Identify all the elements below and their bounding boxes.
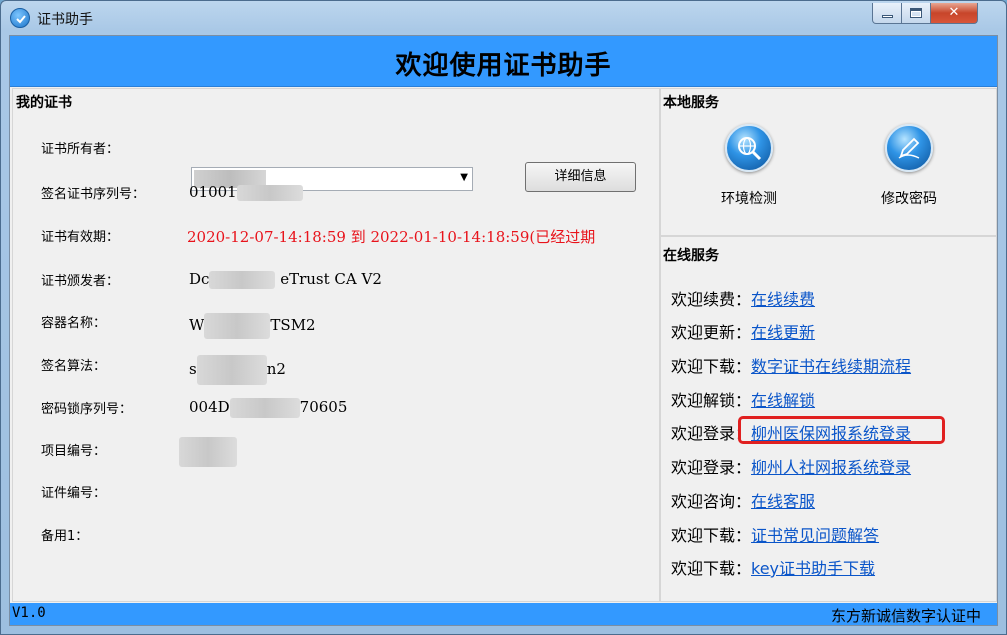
project-no-label: 项目编号： (41, 444, 107, 459)
link-renew-process[interactable]: 数字证书在线续期流程 (751, 357, 911, 376)
link-online-update[interactable]: 在线更新 (751, 323, 815, 342)
validity-label: 证书有效期： (41, 230, 120, 245)
client-area: 欢迎使用证书助手 我的证书 证书所有者： ▼ 详细信息 签名证书序列号： 010… (9, 35, 998, 626)
close-button[interactable]: ✕ (931, 3, 978, 24)
issuer-value: Dc eTrust CA V2 (189, 270, 382, 289)
minimize-button[interactable] (872, 3, 902, 24)
window-title: 证书助手 (37, 12, 93, 28)
company-text: 东方新诚信数字认证中 (830, 607, 981, 625)
list-item: 欢迎解锁：在线解锁 (671, 387, 815, 411)
link-faq[interactable]: 证书常见问题解答 (751, 526, 879, 545)
container-text-a: W (189, 316, 205, 334)
row-prefix: 欢迎咨询： (671, 492, 752, 511)
lock-serial-label: 密码锁序列号： (41, 402, 133, 417)
reserve1-label: 备用1： (41, 529, 89, 544)
lock-serial-text-b: 70605 (299, 398, 348, 416)
online-service-title: 在线服务 (663, 248, 719, 264)
env-check-label: 环境检测 (721, 191, 777, 207)
change-password-button[interactable]: 修改密码 (849, 124, 969, 208)
list-item: 欢迎咨询：在线客服 (671, 488, 815, 512)
row-prefix: 欢迎续费： (671, 290, 752, 309)
close-icon: ✕ (948, 5, 960, 20)
validity-value: 2020-12-07-14:18:59 到 2022-01-10-14:18:5… (187, 228, 596, 246)
my-cert-panel: 我的证书 证书所有者： ▼ 详细信息 签名证书序列号： 01001 证书有效期：… (12, 88, 660, 602)
shield-check-icon (10, 8, 30, 28)
redacted-block (236, 185, 303, 201)
redacted-block (229, 398, 300, 418)
list-item: 欢迎登录：柳州人社网报系统登录 (671, 454, 911, 478)
chevron-down-icon: ▼ (460, 172, 468, 183)
pen-edit-icon (885, 124, 933, 172)
list-item: 欢迎更新：在线更新 (671, 319, 815, 343)
row-prefix: 欢迎下载： (671, 559, 752, 578)
row-prefix: 欢迎更新： (671, 323, 752, 342)
list-item: 欢迎下载：数字证书在线续期流程 (671, 353, 911, 377)
link-social-security-login[interactable]: 柳州人社网报系统登录 (751, 458, 911, 477)
title-bar[interactable]: 证书助手 ✕ (1, 1, 1006, 35)
container-text-b: TSM2 (270, 316, 316, 334)
cert-serial-label: 签名证书序列号： (41, 187, 146, 202)
redacted-block (204, 313, 271, 339)
redacted-block (179, 437, 237, 467)
redacted-block (209, 271, 276, 289)
container-value: W TSM2 (189, 313, 316, 339)
algorithm-text-b: n2 (266, 360, 286, 378)
list-item: 欢迎下载：key证书助手下载 (671, 555, 875, 579)
issuer-label: 证书颁发者： (41, 274, 120, 289)
issuer-text-a: Dc (189, 270, 210, 288)
algorithm-value: s n2 (189, 355, 286, 385)
issuer-text-b: eTrust CA V2 (280, 270, 382, 288)
id-no-label: 证件编号： (41, 486, 107, 501)
lock-serial-text-a: 004D (189, 398, 230, 416)
version-text: V1.0 (12, 605, 46, 621)
page-title: 欢迎使用证书助手 (395, 51, 612, 81)
status-bar: V1.0 东方新诚信数字认证中 (10, 603, 997, 625)
my-cert-title: 我的证书 (16, 95, 72, 111)
globe-search-icon (725, 124, 773, 172)
cert-serial-value: 01001 (189, 183, 303, 201)
env-check-button[interactable]: 环境检测 (689, 124, 809, 208)
highlight-annotation (738, 416, 945, 444)
link-online-renew[interactable]: 在线续费 (751, 290, 815, 309)
row-prefix: 欢迎解锁： (671, 391, 752, 410)
local-service-panel: 本地服务 环境检测 修改密码 (660, 88, 997, 236)
lock-serial-value: 004D 70605 (189, 398, 347, 418)
app-window: 证书助手 ✕ 欢迎使用证书助手 我的证书 证书所有者： ▼ 详细信息 签名证书序… (0, 0, 1007, 635)
row-prefix: 欢迎下载： (671, 526, 752, 545)
cert-serial-text: 01001 (189, 183, 237, 201)
link-key-assistant-download[interactable]: key证书助手下载 (751, 559, 875, 578)
link-online-support[interactable]: 在线客服 (751, 492, 815, 511)
project-no-value (179, 437, 237, 467)
algorithm-label: 签名算法： (41, 359, 107, 374)
maximize-icon (910, 8, 922, 18)
row-prefix: 欢迎下载： (671, 357, 752, 376)
header-banner: 欢迎使用证书助手 (10, 36, 997, 87)
algorithm-text-a: s (189, 360, 197, 378)
redacted-block (196, 355, 267, 385)
container-label: 容器名称： (41, 316, 107, 331)
owner-label: 证书所有者： (41, 142, 120, 157)
list-item: 欢迎续费：在线续费 (671, 286, 815, 310)
local-service-title: 本地服务 (663, 95, 719, 111)
maximize-button[interactable] (902, 3, 931, 24)
detail-info-button[interactable]: 详细信息 (525, 162, 636, 192)
minimize-icon (882, 15, 893, 18)
row-prefix: 欢迎登录： (671, 458, 752, 477)
list-item: 欢迎下载：证书常见问题解答 (671, 522, 879, 546)
link-online-unlock[interactable]: 在线解锁 (751, 391, 815, 410)
change-password-label: 修改密码 (881, 191, 937, 207)
